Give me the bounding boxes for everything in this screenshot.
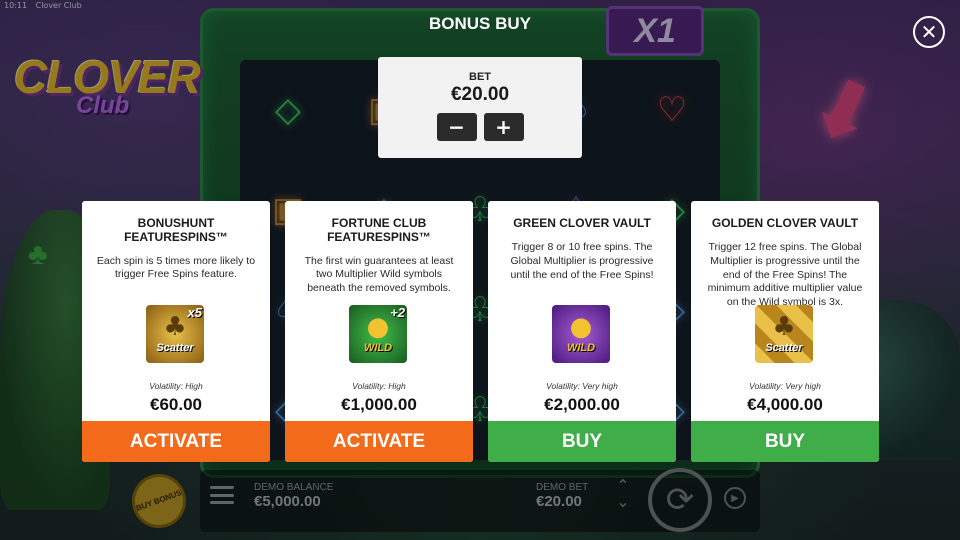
bet-label: BET [469,71,491,83]
bet-panel: BET €20.00 − + [378,57,582,158]
modal-title: BONUS BUY [428,14,531,33]
activate-button[interactable]: ACTIVATE [82,421,270,462]
bonus-card-bonushunt: BONUSHUNT FEATURESPINS™ Each spin is 5 t… [82,201,270,462]
card-icon-badge: x5 [187,305,202,320]
wild-pot-gold-icon: ● WILD [552,305,610,363]
bonus-card-golden-vault: GOLDEN CLOVER VAULT Trigger 12 free spin… [691,201,879,462]
wild-pot-green-icon: +2 ● WILD [349,305,407,363]
buy-button[interactable]: BUY [691,421,879,462]
card-icon-word: WILD [363,342,393,354]
card-price: €2,000.00 [544,395,620,414]
card-icon-word: WILD [566,342,596,354]
card-title: BONUSHUNT FEATURESPINS™ [124,216,228,244]
scatter-clover-icon: x5 ♣ Scatter [146,305,204,363]
card-volatility: Volatility: High [149,381,203,391]
card-price: €1,000.00 [341,395,417,414]
card-icon-word: Scatter [156,342,194,354]
scatter-stack-icon: ♣ Scatter [755,305,813,363]
close-icon: ✕ [920,20,938,44]
bonus-card-green-vault: GREEN CLOVER VAULT Trigger 8 or 10 free … [488,201,676,462]
card-volatility: Volatility: High [352,381,406,391]
card-price: €60.00 [150,395,202,414]
card-title: GOLDEN CLOVER VAULT [711,216,859,230]
bonus-card-fortune-club: FORTUNE CLUB FEATURESPINS™ The first win… [285,201,473,462]
card-icon-word: Scatter [765,342,803,354]
card-volatility: Volatility: Very high [546,381,618,391]
card-icon-badge: +2 [390,305,405,320]
card-title: FORTUNE CLUB FEATURESPINS™ [327,216,431,244]
card-description: Trigger 12 free spins. The Global Multip… [707,240,863,309]
activate-button[interactable]: ACTIVATE [285,421,473,462]
card-title: GREEN CLOVER VAULT [513,216,651,230]
buy-button[interactable]: BUY [488,421,676,462]
card-price: €4,000.00 [747,395,823,414]
bet-increase-button[interactable]: + [483,113,524,141]
card-volatility: Volatility: Very high [749,381,821,391]
card-description: Trigger 8 or 10 free spins. The Global M… [510,240,654,281]
bet-value: €20.00 [450,84,510,105]
close-button[interactable]: ✕ [913,16,945,48]
bet-decrease-button[interactable]: − [436,113,477,141]
